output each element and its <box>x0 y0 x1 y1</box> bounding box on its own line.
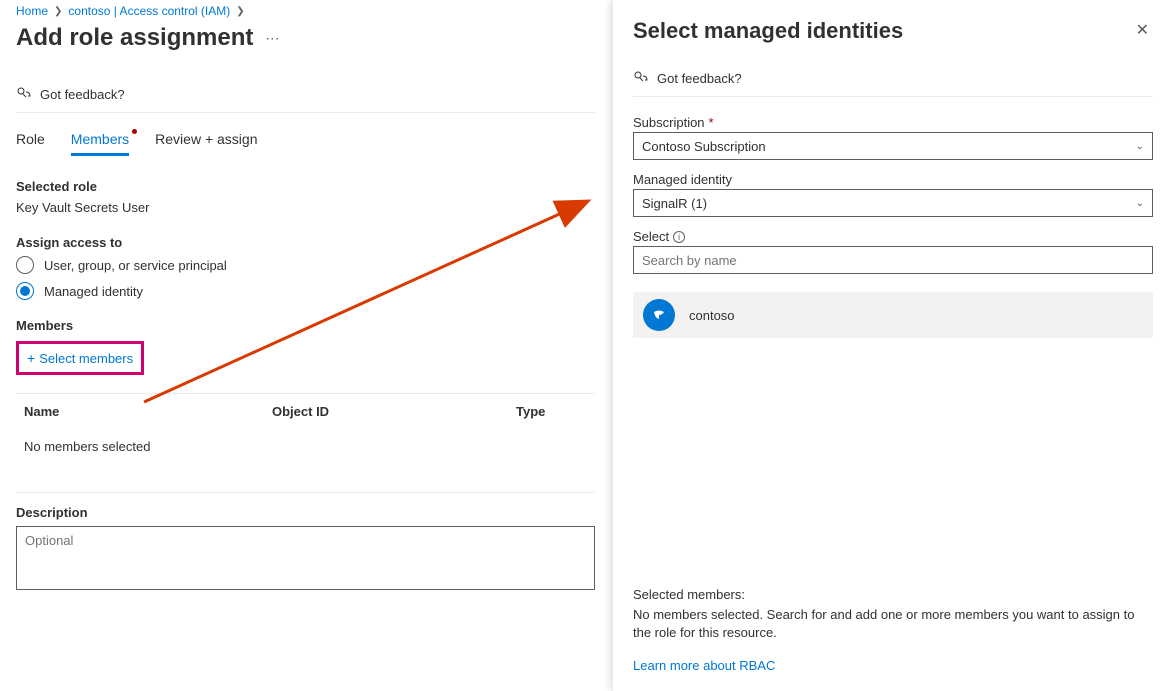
breadcrumb: Home ❯ contoso | Access control (IAM) ❯ <box>16 4 595 18</box>
chevron-down-icon: ⌄ <box>1136 141 1144 152</box>
radio-checked-icon <box>16 282 34 300</box>
members-label: Members <box>16 318 595 333</box>
side-panel: Select managed identities ✕ Got feedback… <box>613 0 1173 691</box>
chevron-right-icon: ❯ <box>236 6 244 17</box>
search-input[interactable] <box>633 246 1153 274</box>
more-actions-icon[interactable]: ⋯ <box>265 30 280 47</box>
tab-review[interactable]: Review + assign <box>155 131 257 156</box>
chevron-right-icon: ❯ <box>54 6 62 17</box>
identity-result-item[interactable]: contoso <box>633 292 1153 338</box>
close-icon[interactable]: ✕ <box>1132 18 1153 42</box>
radio-user-group[interactable]: User, group, or service principal <box>16 256 595 274</box>
subscription-value: Contoso Subscription <box>642 139 766 154</box>
required-icon: * <box>709 115 714 130</box>
col-type: Type <box>516 404 587 419</box>
managed-identity-label: Managed identity <box>633 172 1153 187</box>
description-input[interactable] <box>16 526 595 590</box>
radio-managed-identity[interactable]: Managed identity <box>16 282 595 300</box>
selected-role-label: Selected role <box>16 179 595 194</box>
selected-members-text: No members selected. Search for and add … <box>633 606 1153 642</box>
subscription-label: Subscription * <box>633 115 1153 130</box>
learn-rbac-link[interactable]: Learn more about RBAC <box>633 658 775 673</box>
plus-icon: + <box>27 350 35 366</box>
managed-identity-dropdown[interactable]: SignalR (1) ⌄ <box>633 189 1153 217</box>
radio-user-label: User, group, or service principal <box>44 258 227 273</box>
identity-result-name: contoso <box>689 308 735 323</box>
info-icon[interactable]: i <box>673 231 685 243</box>
tab-role[interactable]: Role <box>16 131 45 156</box>
col-name: Name <box>24 404 272 419</box>
tabs: Role Members Review + assign <box>16 131 595 157</box>
breadcrumb-contoso[interactable]: contoso | Access control (IAM) <box>68 4 230 18</box>
breadcrumb-home[interactable]: Home <box>16 4 48 18</box>
feedback-link[interactable]: Got feedback? <box>16 80 595 113</box>
panel-feedback-label: Got feedback? <box>657 71 742 86</box>
panel-feedback-link[interactable]: Got feedback? <box>633 64 1153 97</box>
radio-unchecked-icon <box>16 256 34 274</box>
subscription-dropdown[interactable]: Contoso Subscription ⌄ <box>633 132 1153 160</box>
radio-mi-label: Managed identity <box>44 284 143 299</box>
panel-title: Select managed identities <box>633 18 903 44</box>
feedback-label: Got feedback? <box>40 87 125 102</box>
selected-role-value: Key Vault Secrets User <box>16 200 595 215</box>
col-objectid: Object ID <box>272 404 516 419</box>
select-members-button[interactable]: + Select members <box>16 341 144 375</box>
feedback-icon <box>16 86 32 102</box>
members-table-header: Name Object ID Type <box>16 393 595 429</box>
description-label: Description <box>16 492 595 520</box>
select-label: Select i <box>633 229 1153 244</box>
select-members-label: Select members <box>39 351 133 366</box>
members-table-empty: No members selected <box>16 429 595 464</box>
managed-identity-value: SignalR (1) <box>642 196 707 211</box>
page-title: Add role assignment <box>16 24 253 52</box>
signalr-icon <box>643 299 675 331</box>
assign-access-label: Assign access to <box>16 235 595 250</box>
selected-members-title: Selected members: <box>633 587 1153 602</box>
chevron-down-icon: ⌄ <box>1136 198 1144 209</box>
feedback-icon <box>633 70 649 86</box>
tab-members[interactable]: Members <box>71 131 129 156</box>
